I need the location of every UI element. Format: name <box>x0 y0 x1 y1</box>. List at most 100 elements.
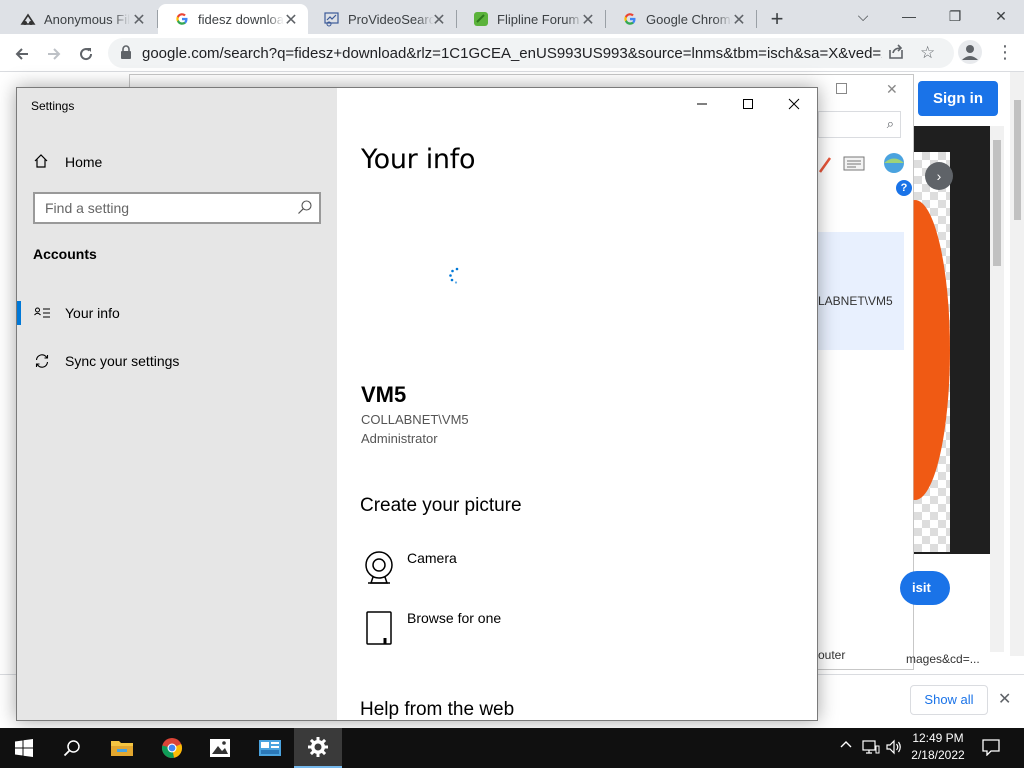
notification-center-icon[interactable] <box>982 739 1000 759</box>
tab-anonymous-file[interactable]: Anonymous File ✕ <box>4 4 156 34</box>
chrome-icon[interactable] <box>148 728 196 768</box>
tab-title: ProVideoSearch <box>348 11 434 27</box>
preview-scrollbar[interactable] <box>990 126 1004 652</box>
camera-label: Camera <box>407 550 457 566</box>
sign-in-button[interactable]: Sign in <box>918 81 998 116</box>
start-icon[interactable] <box>0 728 48 768</box>
flipline-favicon <box>473 11 489 27</box>
tab-close-icon[interactable]: ✕ <box>579 10 597 30</box>
profile-avatar-icon[interactable] <box>958 40 982 64</box>
nav-home-label: Home <box>65 154 103 170</box>
tab-close-icon[interactable]: ✕ <box>730 10 748 30</box>
nav-home[interactable]: Home <box>33 150 102 174</box>
share-icon[interactable] <box>888 44 904 65</box>
browser-minimize-button[interactable]: — <box>886 4 932 28</box>
user-name: VM5 <box>361 382 407 407</box>
close-icon[interactable]: ✕ <box>886 81 898 98</box>
account-text: LABNET\VM5 <box>818 294 893 308</box>
lock-icon[interactable] <box>120 45 132 64</box>
network-icon[interactable] <box>862 739 880 758</box>
settings-sidebar: Settings Home Find a setting Accounts Yo… <box>17 88 337 720</box>
control-panel-icon[interactable] <box>246 728 294 768</box>
settings-content: Your info VM5 COLLABNET\VM5 Administrato… <box>337 88 817 720</box>
tab-strip: Anonymous File ✕ fidesz download ✕ ProVi… <box>0 0 1024 34</box>
show-all-downloads-button[interactable]: Show all <box>910 685 988 715</box>
nav-sync-label: Sync your settings <box>65 353 180 369</box>
visit-button[interactable]: isit <box>900 571 950 605</box>
anonymous-file-favicon <box>20 11 36 27</box>
search-icon: ⌕ <box>886 116 894 131</box>
volume-icon[interactable] <box>886 739 902 758</box>
window-title: Settings <box>31 99 75 113</box>
background-account-card: LABNET\VM5 <box>818 232 904 350</box>
tab-provideosearch[interactable]: ProVideoSearch ✕ <box>308 4 456 34</box>
new-tab-button[interactable]: + <box>766 6 788 32</box>
taskbar: 12:49 PM 2/18/2022 <box>0 728 1024 768</box>
reload-icon[interactable] <box>72 40 100 68</box>
tab-google-chrome[interactable]: Google Chrome ✕ <box>606 4 756 34</box>
google-favicon <box>174 11 190 27</box>
loading-spinner-icon <box>447 266 467 286</box>
tab-close-icon[interactable]: ✕ <box>282 10 300 30</box>
find-setting-input[interactable]: Find a setting <box>33 192 321 224</box>
tab-close-icon[interactable]: ✕ <box>130 10 148 30</box>
search-icon[interactable] <box>48 728 96 768</box>
your-info-icon <box>33 304 51 322</box>
tab-flipline-forum[interactable]: Flipline Forum - ✕ <box>457 4 605 34</box>
help-from-web-heading: Help from the web <box>360 699 515 720</box>
tab-close-icon[interactable]: ✕ <box>430 10 448 30</box>
clock-date[interactable]: 2/18/2022 <box>906 748 970 762</box>
maximize-icon[interactable] <box>836 83 847 94</box>
minimize-button[interactable] <box>679 94 725 114</box>
browser-toolbar: google.com/search?q=fidesz+download&rlz=… <box>0 34 1024 72</box>
background-search-box[interactable]: ⌕ <box>818 111 901 138</box>
clock-time[interactable]: 12:49 PM <box>906 731 970 745</box>
url-text[interactable]: google.com/search?q=fidesz+download&rlz=… <box>142 45 882 62</box>
status-url-text: mages&cd=... <box>906 652 980 666</box>
help-icon[interactable]: ? <box>896 180 912 196</box>
nav-your-info[interactable]: Your info <box>17 293 337 333</box>
tab-title: Flipline Forum - <box>497 11 583 27</box>
photos-icon[interactable] <box>196 728 244 768</box>
browse-label: Browse for one <box>407 610 502 626</box>
tab-search-chevron-icon[interactable]: ⌵ <box>840 4 886 28</box>
close-download-bar-icon[interactable]: ✕ <box>998 689 1011 709</box>
page-scrollbar[interactable] <box>1010 72 1024 656</box>
selection-indicator <box>17 301 21 325</box>
settings-icon[interactable] <box>294 728 342 768</box>
create-picture-heading: Create your picture <box>360 495 522 516</box>
tab-separator <box>756 10 757 28</box>
nav-sync-settings[interactable]: Sync your settings <box>17 341 337 381</box>
next-image-chevron-icon[interactable]: › <box>925 162 953 190</box>
file-explorer-icon[interactable] <box>98 728 146 768</box>
browser-close-button[interactable]: ✕ <box>978 4 1024 28</box>
sync-icon <box>33 352 51 370</box>
address-bar[interactable]: google.com/search?q=fidesz+download&rlz=… <box>108 38 954 68</box>
browse-option[interactable]: Browse for one <box>361 608 661 652</box>
settings-window: Settings Home Find a setting Accounts Yo… <box>16 87 818 721</box>
camera-option[interactable]: Camera <box>361 548 661 592</box>
search-icon[interactable] <box>297 199 313 220</box>
chrome-menu-icon[interactable]: ⋮ <box>996 42 1014 63</box>
close-button[interactable] <box>771 94 817 114</box>
bookmark-star-icon[interactable]: ☆ <box>920 43 935 63</box>
tab-title: fidesz download <box>198 11 284 27</box>
tab-fidesz-download[interactable]: fidesz download ✕ <box>158 4 308 34</box>
tab-title: Anonymous File <box>44 11 130 27</box>
section-heading-accounts: Accounts <box>33 246 97 262</box>
account-role: Administrator <box>361 431 438 446</box>
browse-file-icon <box>361 608 397 648</box>
status-text: outer <box>818 648 846 662</box>
page-title: Your info <box>361 144 476 175</box>
camera-icon <box>361 548 397 588</box>
provideosearch-favicon <box>324 11 340 27</box>
home-icon <box>33 153 51 172</box>
show-hidden-icons-chevron-icon[interactable] <box>840 739 852 754</box>
account-domain: COLLABNET\VM5 <box>361 412 469 427</box>
tab-title: Google Chrome <box>646 11 732 27</box>
back-arrow-icon[interactable] <box>8 40 36 68</box>
forward-arrow-icon[interactable] <box>40 40 68 68</box>
google-favicon <box>622 11 638 27</box>
maximize-button[interactable] <box>725 94 771 114</box>
browser-restore-button[interactable]: ❐ <box>932 4 978 28</box>
